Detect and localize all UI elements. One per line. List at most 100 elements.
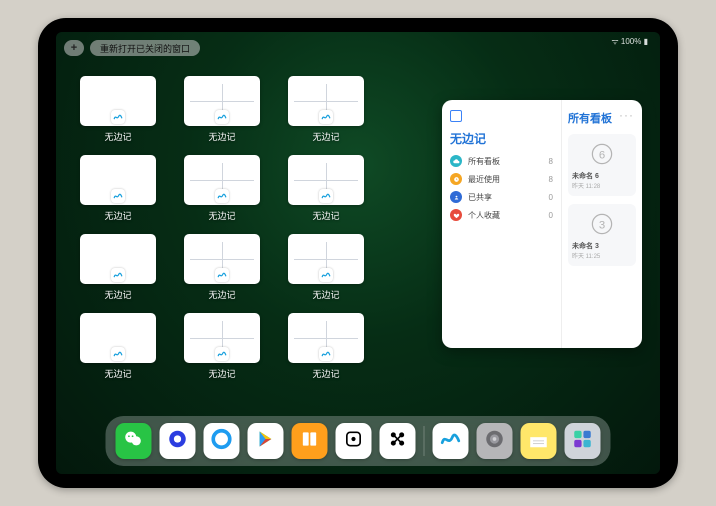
thumbnail-label: 无边记 <box>184 367 260 380</box>
wifi-icon: ᯤ <box>611 37 618 46</box>
app-chip-icon <box>111 110 125 124</box>
category-row[interactable]: 个人收藏 0 <box>450 209 553 221</box>
app-chip-icon <box>319 189 333 203</box>
app-chip-icon <box>319 347 333 361</box>
connect-icon <box>388 429 408 454</box>
board-subtitle: 昨天 11:28 <box>572 181 632 190</box>
window-thumbnail[interactable]: 无边记 <box>288 155 364 222</box>
status-bar: ᯤ 100% ▮ <box>611 36 648 47</box>
window-thumbnail[interactable]: 无边记 <box>288 234 364 301</box>
dock-app-dice[interactable] <box>336 423 372 459</box>
board-sketch: 6 <box>588 140 616 168</box>
dock-app-notes[interactable] <box>521 423 557 459</box>
notes-icon <box>528 428 550 455</box>
window-thumbnail[interactable]: 无边记 <box>184 313 260 380</box>
window-thumbnail[interactable]: 无边记 <box>184 76 260 143</box>
new-window-button[interactable]: + <box>64 40 84 56</box>
freeform-icon <box>440 428 462 455</box>
thumbnail-label: 无边记 <box>80 367 156 380</box>
dock-app-freeform[interactable] <box>433 423 469 459</box>
board-card[interactable]: 6 未命名 6昨天 11:28 <box>568 134 636 196</box>
books-icon <box>300 429 320 454</box>
cloud-icon <box>450 155 462 167</box>
dock-app-qqbrowser[interactable] <box>204 423 240 459</box>
app-chip-icon <box>319 110 333 124</box>
panel-title: 无边记 <box>450 130 553 147</box>
app-chip-icon <box>319 268 333 282</box>
category-count: 8 <box>549 175 553 184</box>
dock-app-folder[interactable] <box>565 423 601 459</box>
dock-app-connect[interactable] <box>380 423 416 459</box>
category-name: 已共享 <box>468 192 543 203</box>
category-count: 0 <box>549 193 553 202</box>
category-row[interactable]: 已共享 0 <box>450 191 553 203</box>
board-title: 未命名 3 <box>572 241 632 251</box>
window-thumbnail[interactable]: 无边记 <box>80 234 156 301</box>
quark-icon <box>167 428 189 455</box>
thumbnail-label: 无边记 <box>288 288 364 301</box>
dock-app-books[interactable] <box>292 423 328 459</box>
sidebar-toggle-icon[interactable] <box>450 110 462 122</box>
qqbrowser-icon <box>211 428 233 455</box>
thumbnail-label: 无边记 <box>80 130 156 143</box>
reopen-closed-window-button[interactable]: 重新打开已关闭的窗口 <box>90 40 200 56</box>
plus-icon: + <box>71 42 77 54</box>
dock-app-settings[interactable] <box>477 423 513 459</box>
svg-text:3: 3 <box>599 219 605 231</box>
wechat-icon <box>123 428 145 455</box>
window-grid: 无边记无边记无边记无边记无边记无边记无边记无边记无边记无边记无边记无边记 <box>80 76 420 380</box>
dice-icon <box>344 429 364 454</box>
thumbnail-label: 无边记 <box>184 209 260 222</box>
app-chip-icon <box>111 268 125 282</box>
thumbnail-label: 无边记 <box>184 288 260 301</box>
clock-icon <box>450 173 462 185</box>
sidebar-panel: 无边记 所有看板8最近使用8已共享0个人收藏0 ··· 所有看板 6未命名 6昨… <box>442 100 642 348</box>
thumbnail-label: 无边记 <box>80 288 156 301</box>
window-thumbnail[interactable]: 无边记 <box>288 313 364 380</box>
top-bar: + 重新打开已关闭的窗口 <box>64 40 200 56</box>
dock-app-play[interactable] <box>248 423 284 459</box>
thumbnail-label: 无边记 <box>288 367 364 380</box>
category-count: 0 <box>549 211 553 220</box>
ipad-frame: ᯤ 100% ▮ + 重新打开已关闭的窗口 无边记无边记无边记无边记无边记无边记… <box>38 18 678 488</box>
dock-app-wechat[interactable] <box>116 423 152 459</box>
svg-text:6: 6 <box>599 149 605 161</box>
window-thumbnail[interactable]: 无边记 <box>80 313 156 380</box>
window-thumbnail[interactable]: 无边记 <box>288 76 364 143</box>
app-chip-icon <box>111 347 125 361</box>
thumbnail-label: 无边记 <box>288 209 364 222</box>
board-subtitle: 昨天 11:25 <box>572 251 632 260</box>
dock-app-quark[interactable] <box>160 423 196 459</box>
board-title: 未命名 6 <box>572 171 632 181</box>
thumbnail-label: 无边记 <box>184 130 260 143</box>
window-thumbnail[interactable]: 无边记 <box>80 76 156 143</box>
window-thumbnail[interactable]: 无边记 <box>184 155 260 222</box>
heart-icon <box>450 209 462 221</box>
settings-icon <box>484 428 506 455</box>
window-thumbnail[interactable]: 无边记 <box>184 234 260 301</box>
play-icon <box>256 429 276 454</box>
thumbnail-label: 无边记 <box>80 209 156 222</box>
thumbnail-label: 无边记 <box>288 130 364 143</box>
battery-label: 100% <box>621 37 641 46</box>
board-card[interactable]: 3 未命名 3昨天 11:25 <box>568 204 636 266</box>
app-chip-icon <box>111 189 125 203</box>
app-chip-icon <box>215 347 229 361</box>
people-icon <box>450 191 462 203</box>
battery-icon: ▮ <box>644 37 648 46</box>
category-name: 所有看板 <box>468 156 543 167</box>
panel-left: 无边记 所有看板 8 最近使用 8 已共享 0 个人收藏 0 <box>442 100 562 348</box>
category-name: 个人收藏 <box>468 210 543 221</box>
app-chip-icon <box>215 110 229 124</box>
folder-icon <box>572 428 594 455</box>
reopen-label: 重新打开已关闭的窗口 <box>100 42 190 55</box>
app-chip-icon <box>215 268 229 282</box>
window-thumbnail[interactable]: 无边记 <box>80 155 156 222</box>
category-name: 最近使用 <box>468 174 543 185</box>
screen: ᯤ 100% ▮ + 重新打开已关闭的窗口 无边记无边记无边记无边记无边记无边记… <box>56 32 660 474</box>
category-row[interactable]: 所有看板 8 <box>450 155 553 167</box>
category-count: 8 <box>549 157 553 166</box>
dock-separator <box>424 426 425 456</box>
category-row[interactable]: 最近使用 8 <box>450 173 553 185</box>
more-icon[interactable]: ··· <box>619 108 634 122</box>
